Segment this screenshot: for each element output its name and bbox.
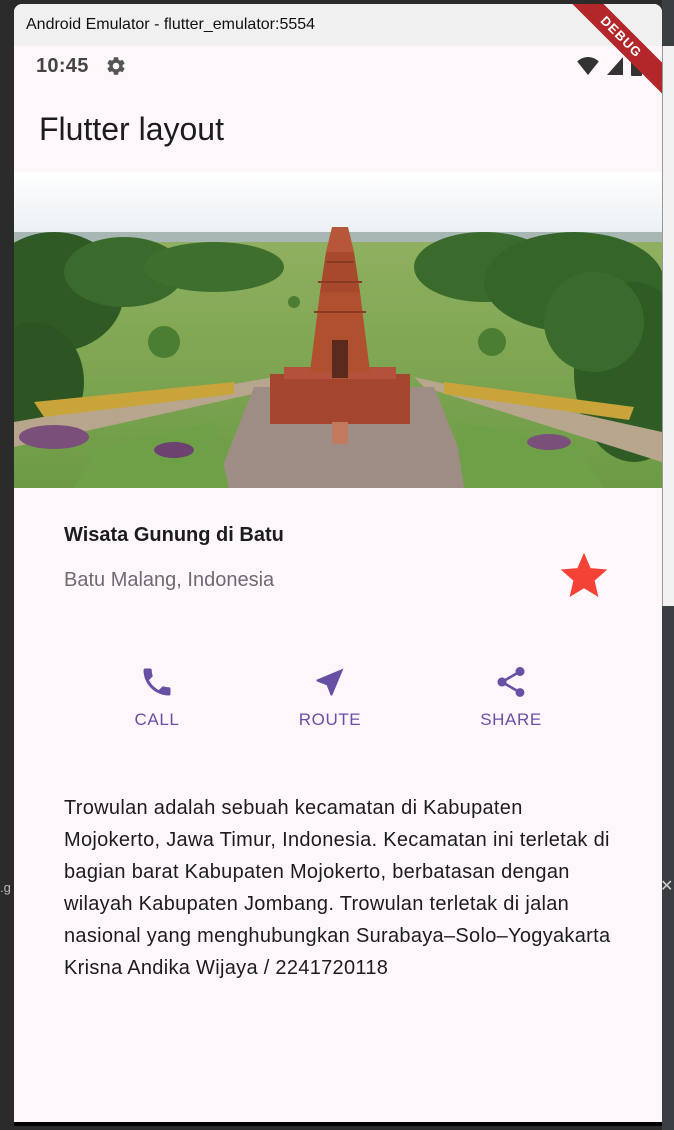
background-text-fragment: .g [0, 880, 11, 895]
near-me-icon [316, 668, 344, 696]
wifi-icon [577, 57, 599, 75]
window-titlebar[interactable]: Android Emulator - flutter_emulator:5554 [14, 4, 662, 46]
settings-gear-icon [107, 57, 125, 75]
temple-photo [14, 172, 662, 488]
signal-icon [607, 57, 623, 75]
window-title: Android Emulator - flutter_emulator:5554 [26, 16, 316, 33]
share-icon [497, 667, 525, 697]
call-button[interactable]: CALL [97, 664, 217, 730]
place-name: Wisata Gunung di Batu [64, 524, 284, 546]
call-label: CALL [134, 710, 180, 729]
window-bottom-edge [14, 1122, 662, 1126]
android-status-bar: 10:45 [14, 46, 662, 86]
share-button[interactable]: SHARE [451, 664, 571, 730]
hero-image [14, 172, 662, 488]
phone-icon [143, 668, 171, 696]
button-section: CALL ROUTE SHARE [14, 664, 662, 754]
app-bar-title: Flutter layout [39, 110, 224, 147]
status-time: 10:45 [36, 54, 89, 77]
route-label: ROUTE [298, 710, 362, 729]
star-icon[interactable] [556, 548, 612, 604]
emulator-window: Android Emulator - flutter_emulator:5554… [14, 4, 662, 1126]
desktop-background [0, 0, 14, 1130]
route-button[interactable]: ROUTE [270, 664, 390, 730]
description-text: Trowulan adalah sebuah kecamatan di Kabu… [64, 797, 611, 979]
title-section: Wisata Gunung di Batu Batu Malang, Indon… [64, 524, 612, 624]
app-bar: Flutter layout [14, 86, 662, 172]
background-window [662, 46, 674, 606]
share-label: SHARE [480, 710, 542, 729]
close-icon[interactable]: ✕ [660, 876, 673, 896]
place-location: Batu Malang, Indonesia [64, 569, 275, 591]
